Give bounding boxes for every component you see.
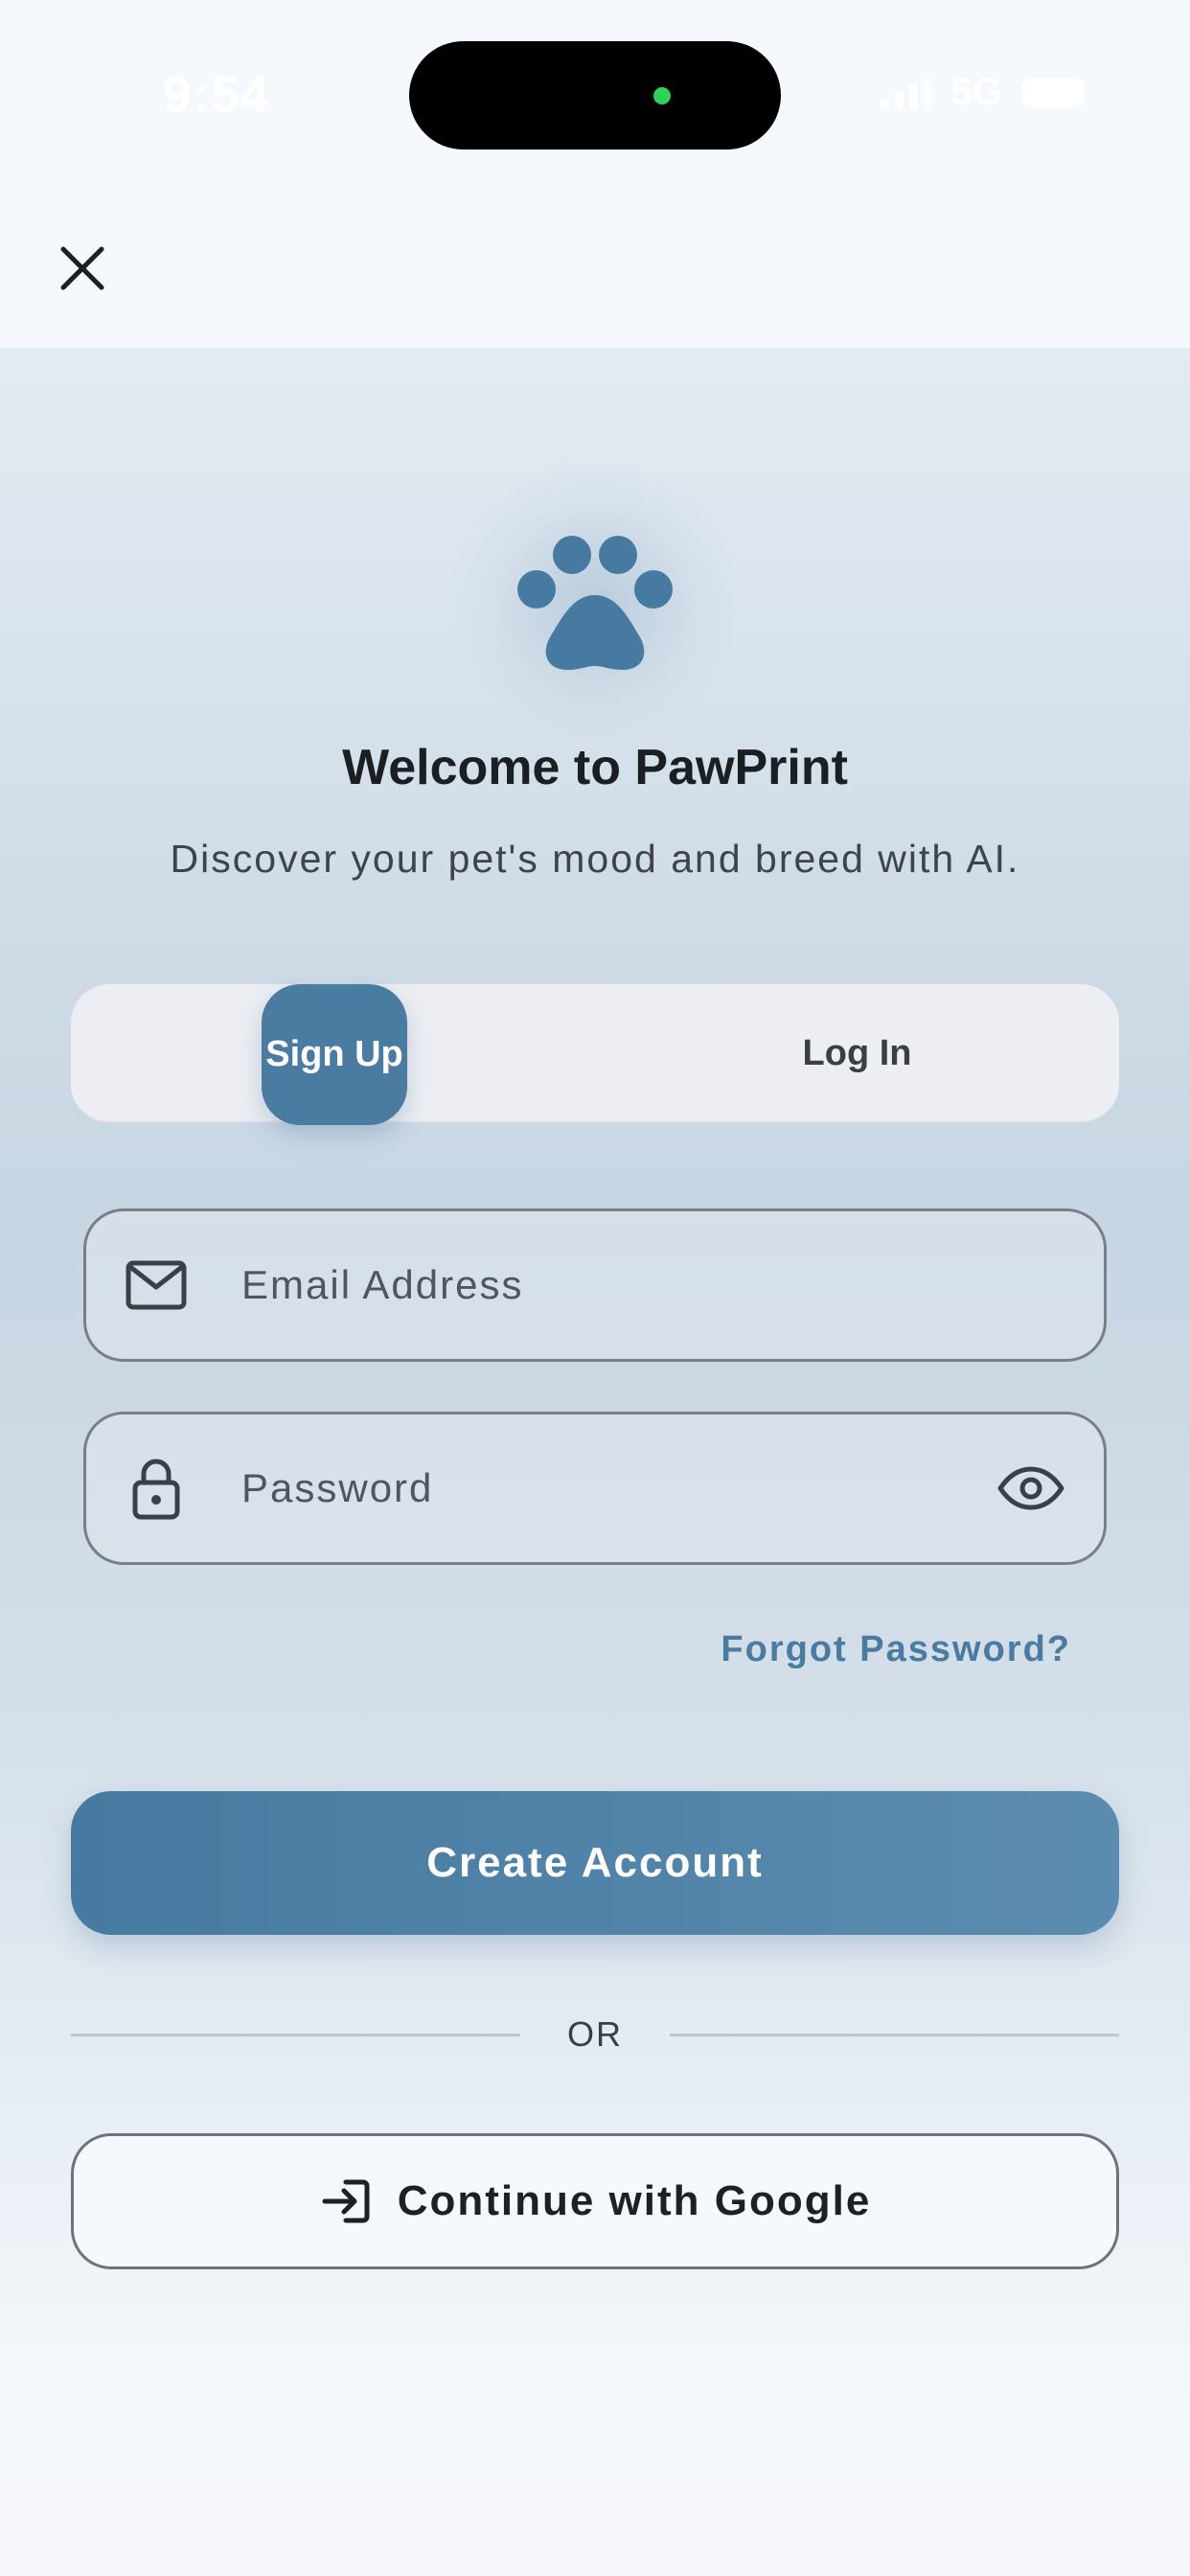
sign-in-icon xyxy=(319,2174,373,2228)
mail-icon xyxy=(123,1252,190,1319)
tab-log-in[interactable]: Log In xyxy=(595,984,1119,1123)
camera-indicator-dot xyxy=(653,87,671,104)
lock-icon xyxy=(123,1455,190,1522)
divider-line-right xyxy=(670,2033,1119,2036)
password-field xyxy=(83,1412,1107,1565)
auth-mode-toggle: Sign Up Log In xyxy=(71,984,1119,1125)
divider-label: OR xyxy=(567,2014,623,2054)
page-title: Welcome to PawPrint xyxy=(342,740,848,795)
show-password-button[interactable] xyxy=(993,1455,1069,1522)
signal-icon xyxy=(880,75,932,110)
auth-content: Welcome to PawPrint Discover your pet's … xyxy=(0,348,1190,2576)
email-field xyxy=(83,1208,1107,1362)
or-divider: OR xyxy=(71,2011,1119,2058)
page-subtitle: Discover your pet's mood and breed with … xyxy=(170,837,1020,881)
app-logo xyxy=(451,458,739,746)
forgot-password-link[interactable]: Forgot Password? xyxy=(721,1629,1071,1670)
password-input[interactable] xyxy=(240,1414,968,1562)
continue-with-google-label: Continue with Google xyxy=(397,2177,872,2224)
eye-icon xyxy=(997,1466,1064,1510)
email-input[interactable] xyxy=(240,1211,968,1359)
dynamic-island xyxy=(409,41,781,150)
status-bar: 9:54 5G xyxy=(0,0,1190,192)
signup-screen: 9:54 5G Welcome to PawPrint Discover you… xyxy=(0,0,1190,2576)
close-button[interactable] xyxy=(46,232,119,305)
tab-sign-up[interactable]: Sign Up xyxy=(262,984,407,1125)
paw-icon xyxy=(517,536,673,670)
continue-with-google-button[interactable]: Continue with Google xyxy=(71,2133,1119,2269)
status-time: 9:54 xyxy=(163,66,271,124)
status-indicators: 5G xyxy=(880,71,1085,114)
battery-icon xyxy=(1021,78,1085,107)
create-account-button[interactable]: Create Account xyxy=(71,1791,1119,1935)
network-label: 5G xyxy=(950,71,1002,113)
divider-line-left xyxy=(71,2033,520,2036)
top-nav xyxy=(0,192,1190,348)
close-icon xyxy=(60,246,104,290)
